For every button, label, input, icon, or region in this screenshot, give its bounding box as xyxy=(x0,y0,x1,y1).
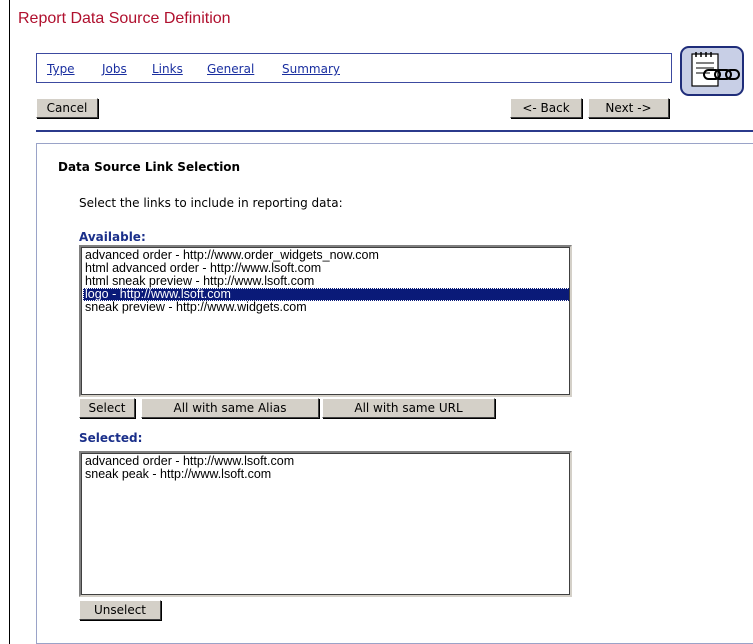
select-button[interactable]: Select xyxy=(79,398,135,418)
report-link-chain-icon xyxy=(680,46,744,96)
header-divider xyxy=(36,130,753,132)
selected-item[interactable]: sneak peak - http://www.lsoft.com xyxy=(83,468,570,481)
instructions-text: Select the links to include in reporting… xyxy=(79,196,343,210)
tab-jobs[interactable]: Jobs xyxy=(102,62,127,76)
back-button[interactable]: <- Back xyxy=(510,98,582,118)
available-item[interactable]: sneak preview - http://www.widgets.com xyxy=(83,301,570,314)
unselect-button[interactable]: Unselect xyxy=(79,600,161,620)
tab-links[interactable]: Links xyxy=(152,62,183,76)
cancel-button[interactable]: Cancel xyxy=(36,98,98,118)
tab-general[interactable]: General xyxy=(207,62,254,76)
tab-type[interactable]: Type xyxy=(47,62,75,76)
selected-label: Selected: xyxy=(79,431,143,445)
tab-summary[interactable]: Summary xyxy=(282,62,340,76)
page-title: Report Data Source Definition xyxy=(18,10,231,27)
available-listbox[interactable]: advanced order - http://www.order_widget… xyxy=(79,245,572,397)
selected-listbox[interactable]: advanced order - http://www.lsoft.com sn… xyxy=(79,451,572,597)
next-button[interactable]: Next -> xyxy=(588,98,669,118)
available-label: Available: xyxy=(79,230,146,244)
section-title: Data Source Link Selection xyxy=(58,160,241,174)
all-with-same-url-button[interactable]: All with same URL xyxy=(322,398,495,418)
tab-bar: Type Jobs Links General Summary xyxy=(36,53,672,83)
all-with-same-alias-button[interactable]: All with same Alias xyxy=(141,398,319,418)
report-link-chain-icon-graphic xyxy=(691,52,740,87)
